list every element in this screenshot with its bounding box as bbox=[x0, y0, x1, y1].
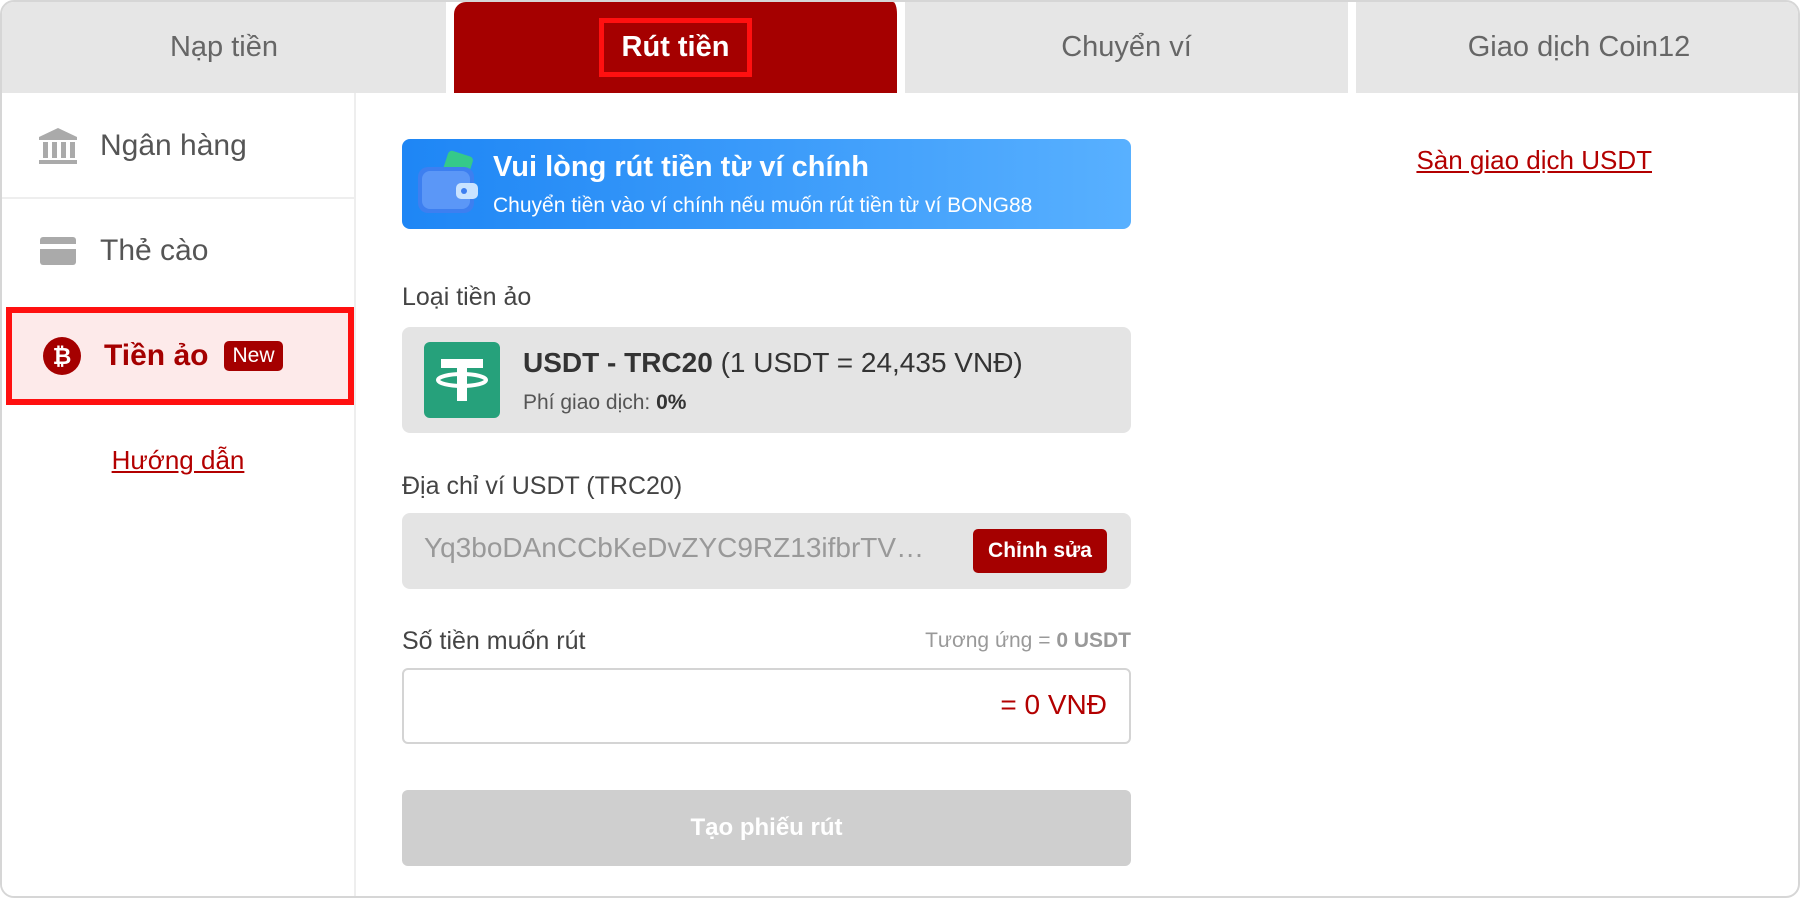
tab-transfer[interactable]: Chuyển ví bbox=[905, 2, 1356, 93]
bank-icon bbox=[36, 124, 80, 168]
amount-value: = 0 VNĐ bbox=[1000, 689, 1107, 720]
tab-label: Rút tiền bbox=[598, 18, 753, 77]
sidebar-item-card[interactable]: Thẻ cào bbox=[2, 199, 354, 303]
coin-selector[interactable]: USDT - TRC20 (1 USDT = 24,435 VNĐ) Phí g… bbox=[402, 327, 1131, 433]
withdraw-panel: Nạp tiền Rút tiền Chuyển ví Giao dịch Co… bbox=[0, 0, 1800, 898]
wallet-address-value: Yq3boDAnCCbKeDvZYC9RZ13ifbrTV… bbox=[424, 532, 925, 563]
equiv-label: Tương ứng = bbox=[925, 629, 1051, 652]
sidebar-item-label: Tiền ảo bbox=[104, 339, 209, 372]
coin-fee: Phí giao dịch: 0% bbox=[523, 391, 686, 415]
equiv-value: 0 USDT bbox=[1056, 629, 1131, 652]
main-content: Vui lòng rút tiền từ ví chính Chuyển tiề… bbox=[402, 93, 1798, 896]
tab-coin12[interactable]: Giao dịch Coin12 bbox=[1356, 2, 1798, 93]
sidebar-item-label: Thẻ cào bbox=[100, 234, 209, 267]
tab-label: Giao dịch Coin12 bbox=[1467, 31, 1691, 63]
banner-subtitle: Chuyển tiền vào ví chính nếu muốn rút ti… bbox=[493, 194, 1033, 217]
card-icon bbox=[36, 229, 80, 273]
sidebar-item-bank[interactable]: Ngân hàng bbox=[2, 95, 354, 199]
info-banner: Vui lòng rút tiền từ ví chính Chuyển tiề… bbox=[402, 139, 1131, 229]
bitcoin-icon: ₿ bbox=[40, 334, 84, 378]
svg-text:₿: ₿ bbox=[53, 344, 72, 370]
sidebar-item-crypto[interactable]: ₿ Tiền ảo New bbox=[6, 307, 354, 405]
wallet-icon bbox=[414, 149, 486, 219]
create-withdrawal-button[interactable]: Tạo phiếu rút bbox=[402, 790, 1131, 866]
sidebar-item-label: Ngân hàng bbox=[100, 129, 247, 162]
coin-type-label: Loại tiền ảo bbox=[402, 283, 532, 311]
amount-label: Số tiền muốn rút bbox=[402, 627, 586, 655]
sidebar: Ngân hàng Thẻ cào ₿ Tiền ảo New Hướng dẫ… bbox=[2, 93, 356, 896]
tab-label: Nạp tiền bbox=[169, 31, 278, 63]
guide-link[interactable]: Hướng dẫn bbox=[2, 445, 354, 476]
tab-deposit[interactable]: Nạp tiền bbox=[2, 2, 454, 93]
usdt-exchange-link[interactable]: Sàn giao dịch USDT bbox=[1416, 145, 1652, 176]
fee-label: Phí giao dịch: bbox=[523, 391, 651, 414]
edit-address-button[interactable]: Chỉnh sửa bbox=[973, 529, 1107, 573]
tab-withdraw[interactable]: Rút tiền bbox=[454, 2, 905, 93]
wallet-address-field: Yq3boDAnCCbKeDvZYC9RZ13ifbrTV… Chỉnh sửa bbox=[402, 513, 1131, 589]
banner-title: Vui lòng rút tiền từ ví chính bbox=[493, 151, 869, 183]
tether-icon bbox=[424, 342, 500, 418]
wallet-address-label: Địa chỉ ví USDT (TRC20) bbox=[402, 472, 683, 500]
fee-value: 0% bbox=[656, 391, 687, 414]
coin-rate: (1 USDT = 24,435 VNĐ) bbox=[720, 347, 1023, 378]
coin-name-text: USDT - TRC20 bbox=[523, 347, 713, 378]
new-badge: New bbox=[224, 341, 283, 371]
amount-input[interactable]: = 0 VNĐ bbox=[402, 668, 1131, 744]
coin-name: USDT - TRC20 (1 USDT = 24,435 VNĐ) bbox=[523, 347, 1023, 379]
tab-label: Chuyển ví bbox=[1061, 31, 1192, 63]
amount-equivalent: Tương ứng = 0 USDT bbox=[925, 629, 1131, 653]
tab-bar: Nạp tiền Rút tiền Chuyển ví Giao dịch Co… bbox=[2, 2, 1798, 93]
